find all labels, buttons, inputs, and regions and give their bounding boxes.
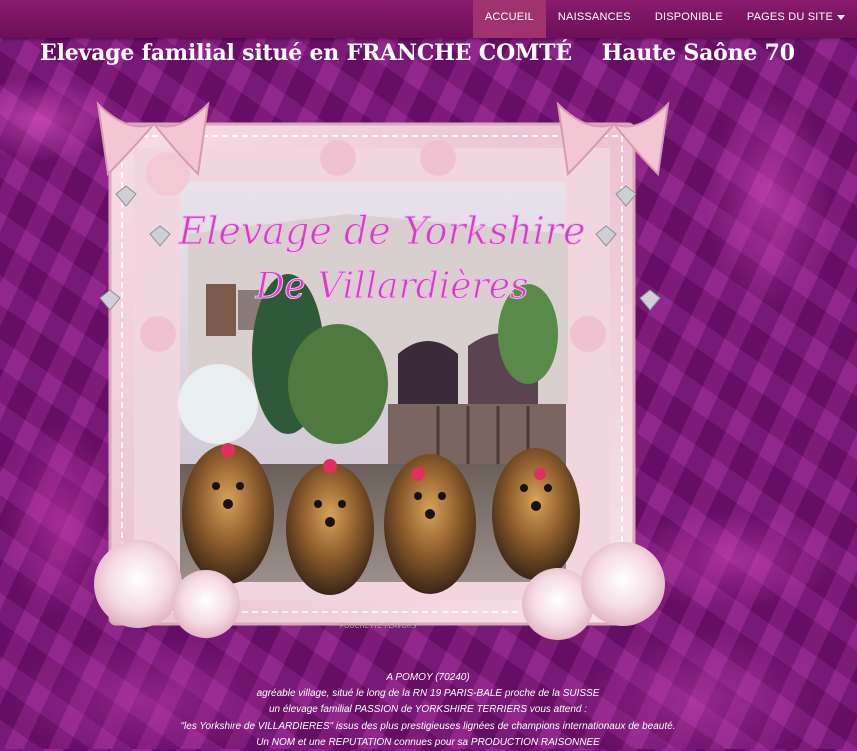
intro-line: agréable village, situé le long de la RN… (256, 688, 600, 700)
banner-title-line2: De Villardières (254, 266, 528, 307)
intro-text: A POMOY (70240) agréable village, situé … (60, 670, 796, 751)
main-nav: ACCUEIL NAISSANCES DISPONIBLE PAGES DU S… (472, 0, 857, 38)
nav-item-pages-du-site[interactable]: PAGES DU SITE (735, 0, 857, 38)
banner-title-line1: Elevage de Yorkshire (178, 209, 586, 253)
banner-image: Elevage de Yorkshire De Villardières POU… (88, 84, 670, 648)
caret-down-icon (837, 14, 845, 20)
banner-artwork: Elevage de Yorkshire De Villardières POU… (94, 101, 670, 640)
site-title: Elevage familial situé en FRANCHE COMTÉ … (40, 40, 795, 66)
nav-item-disponible[interactable]: DISPONIBLE (643, 0, 735, 38)
nav-item-pages-label: PAGES DU SITE (746, 11, 833, 23)
top-navbar: ACCUEIL NAISSANCES DISPONIBLE PAGES DU S… (0, 0, 857, 38)
banner-watermark: POUCHETTE FLAVORS (340, 622, 417, 630)
nav-item-accueil[interactable]: ACCUEIL (472, 0, 546, 38)
intro-line: A POMOY (70240) (386, 672, 470, 683)
intro-line: un élevage familial PASSION de YORKSHIRE… (268, 704, 588, 716)
nav-item-naissances[interactable]: NAISSANCES (546, 0, 643, 38)
intro-line: "les Yorkshire de VILLARDIERES" issus de… (180, 720, 676, 732)
